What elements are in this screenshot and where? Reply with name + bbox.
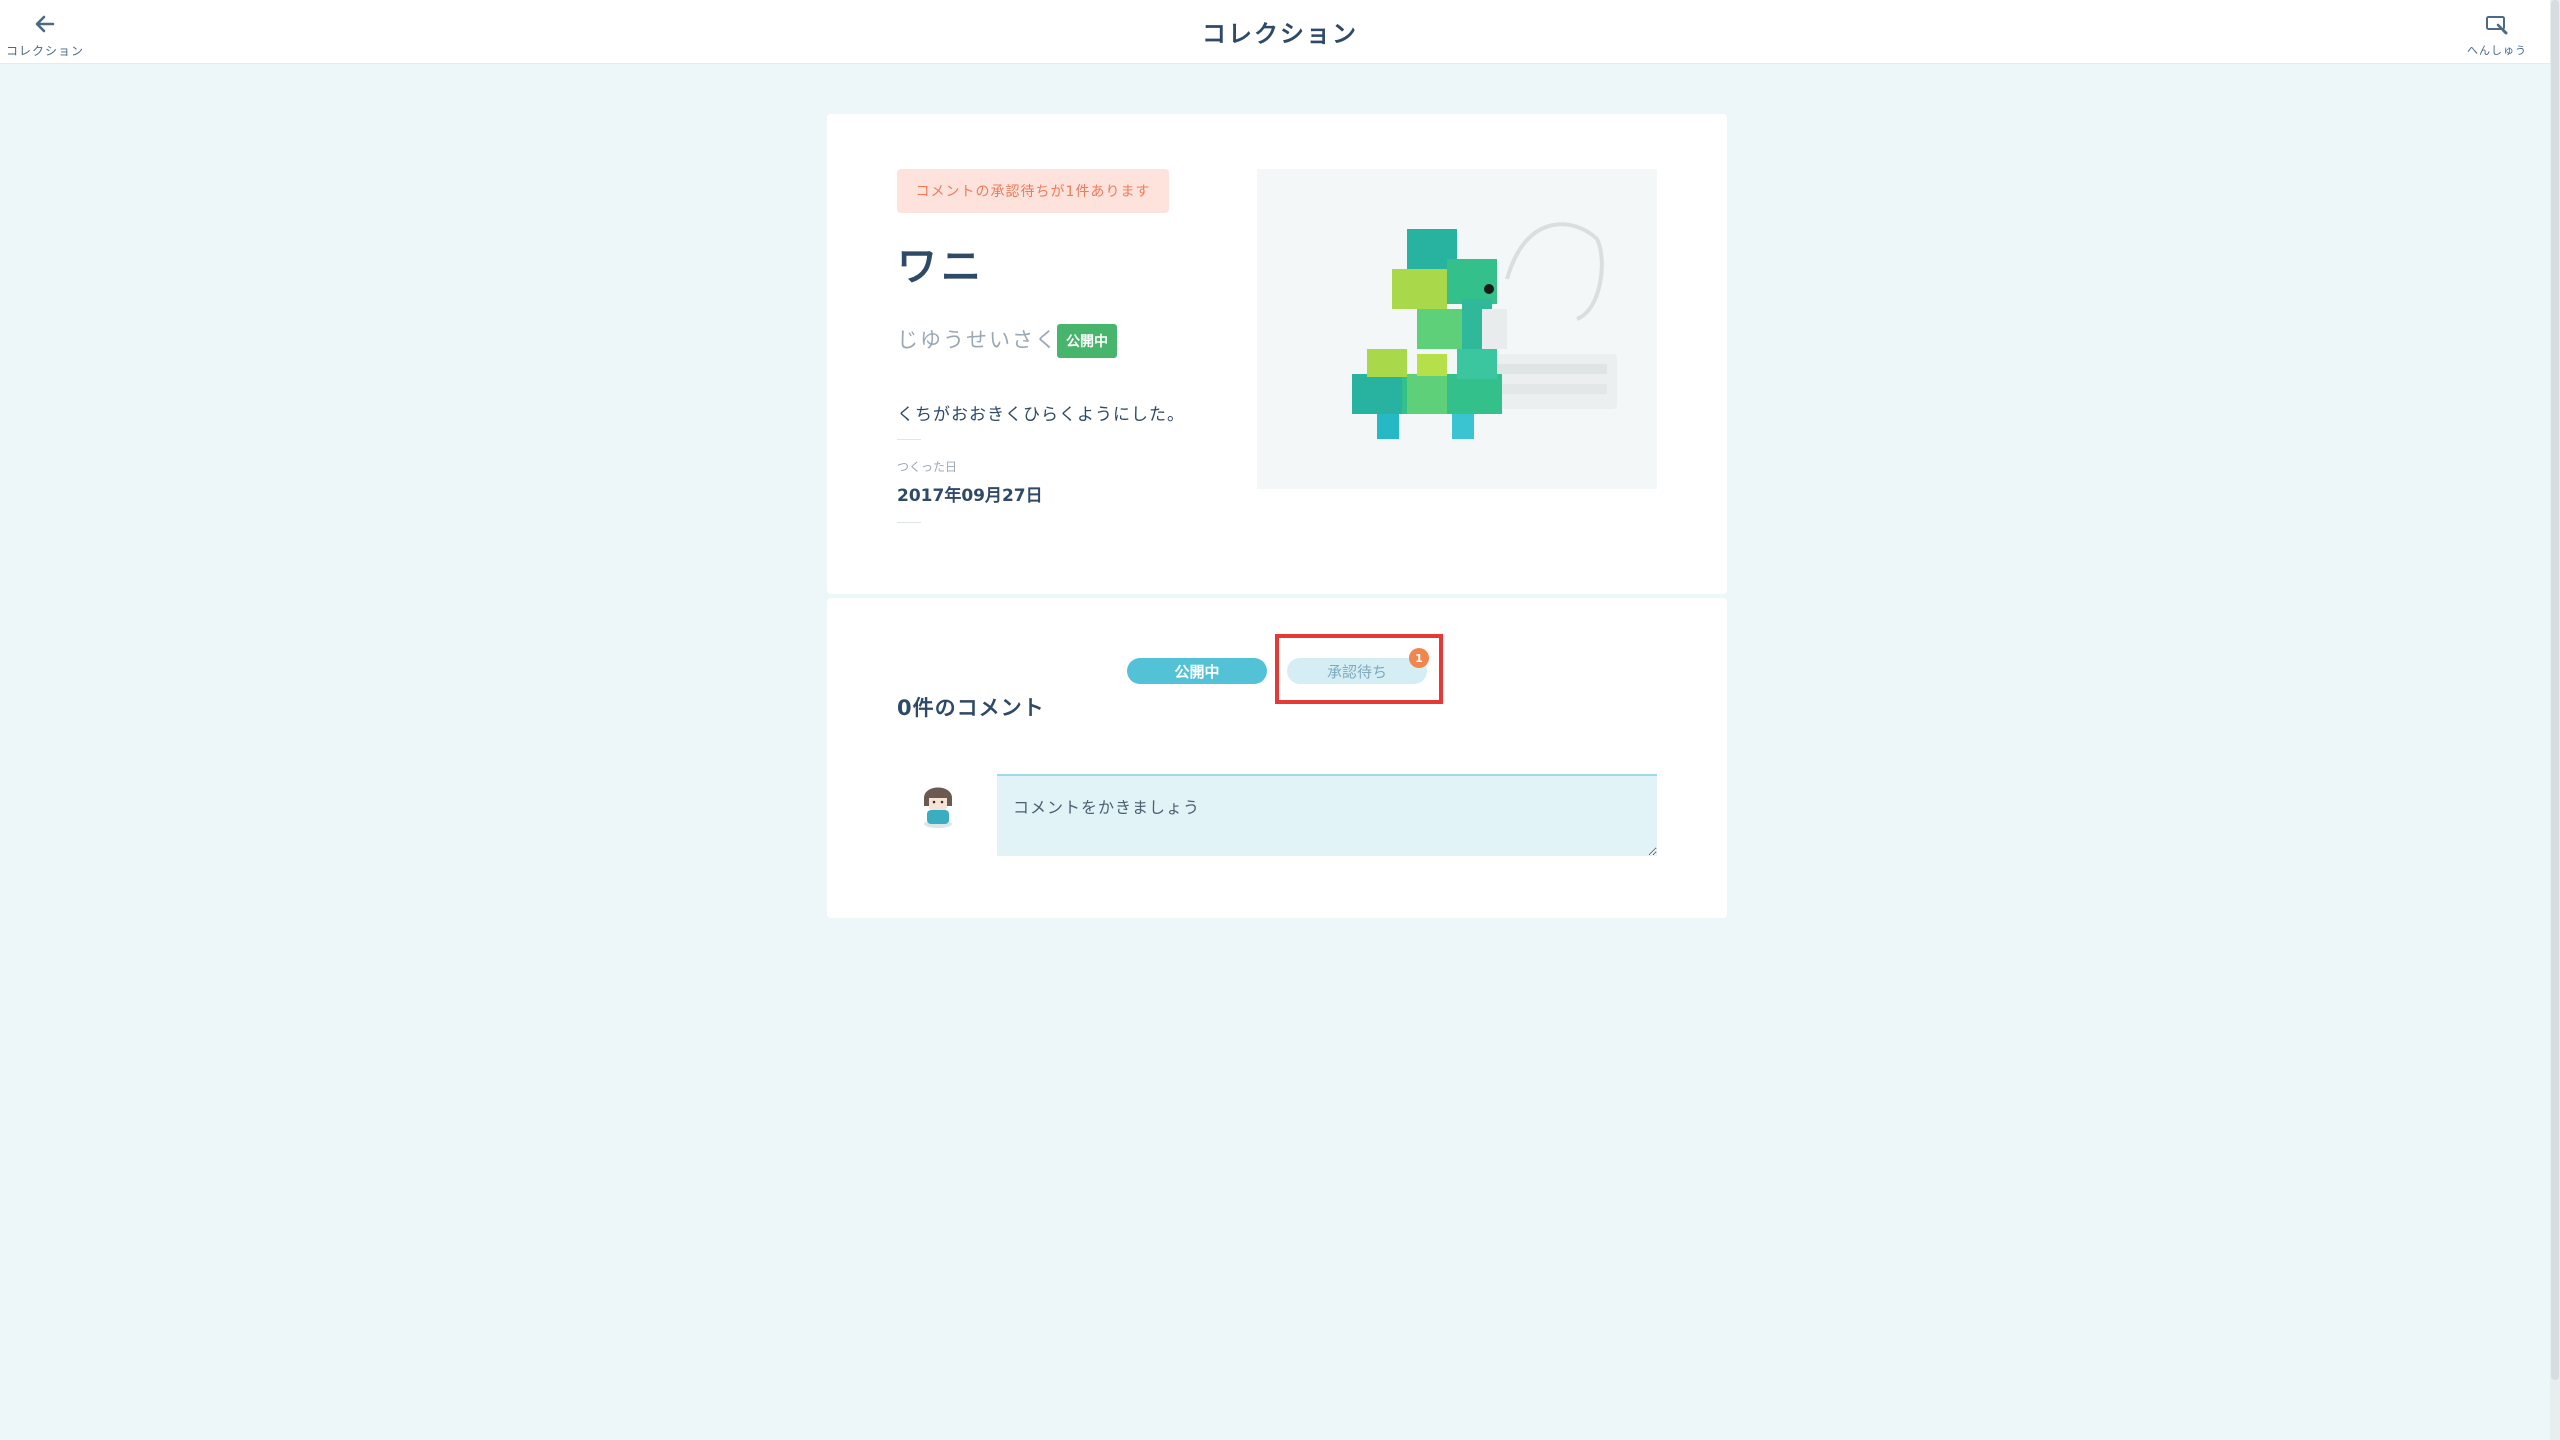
work-photo [1257, 169, 1657, 489]
avatar [919, 780, 957, 828]
comment-count: 0件のコメント [897, 696, 1045, 720]
work-detail-card: コメントの承認待ちが1件あります ワニ じゆうせいさく 公開中 くちがおおきくひ… [827, 114, 1727, 594]
edit-button[interactable]: へんしゅう [2464, 14, 2530, 58]
work-title: ワニ [897, 244, 985, 290]
divider [897, 439, 921, 440]
work-description: くちがおおきくひらくようにした。 [897, 405, 1185, 425]
page-title: コレクション [1202, 20, 1358, 48]
highlight-box [1275, 634, 1443, 704]
made-date-label: つくった日 [897, 460, 958, 474]
top-bar: コレクション コレクション へんしゅう [0, 0, 2560, 64]
tab-public-comments[interactable]: 公開中 [1127, 658, 1267, 684]
scrollbar-track[interactable] [2550, 0, 2560, 1440]
status-badge: 公開中 [1057, 324, 1117, 358]
work-category: じゆうせいさく [897, 328, 1058, 352]
scrollbar-thumb[interactable] [2551, 0, 2559, 1380]
divider [897, 522, 921, 523]
comment-input[interactable] [997, 774, 1657, 856]
comments-card: 公開中 承認待ち 1 0件のコメント [827, 598, 1727, 918]
edit-icon [2485, 14, 2509, 40]
made-date: 2017年09月27日 [897, 486, 1043, 506]
pending-comment-notice[interactable]: コメントの承認待ちが1件あります [897, 169, 1169, 213]
edit-label: へんしゅう [2467, 44, 2527, 57]
